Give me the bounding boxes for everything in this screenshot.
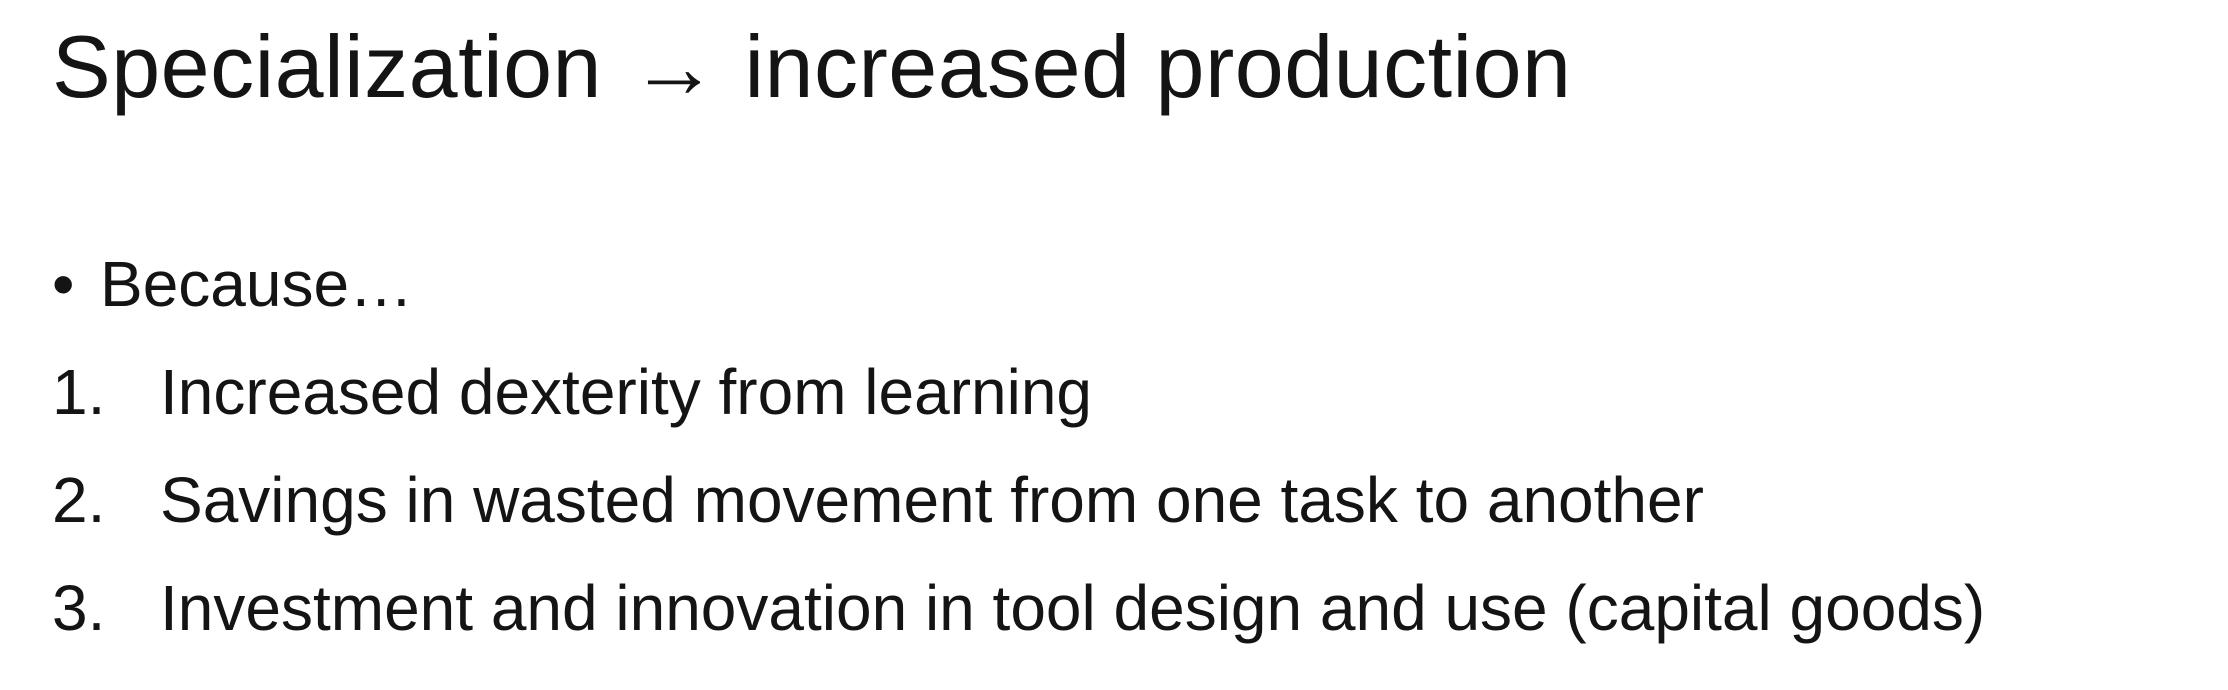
title-left-text: Specialization xyxy=(52,17,602,116)
list-item-text: Savings in wasted movement from one task… xyxy=(160,464,1704,536)
intro-bullet-text: Because… xyxy=(100,248,414,320)
slide: Specialization → increased production • Be… xyxy=(0,0,2228,690)
list-item-text: Increased dexterity from learning xyxy=(160,356,1092,428)
list-item-number: 3. xyxy=(52,572,106,644)
bullet-icon: • xyxy=(52,248,75,320)
list-item-text: Investment and innovation in tool design… xyxy=(160,572,1986,644)
title-right-text: increased production xyxy=(744,17,1572,116)
list-item-number: 1. xyxy=(52,356,106,428)
list-item-number: 2. xyxy=(52,464,106,536)
right-arrow-icon: → xyxy=(630,17,719,116)
slide-title: Specialization → increased production xyxy=(52,12,1571,122)
